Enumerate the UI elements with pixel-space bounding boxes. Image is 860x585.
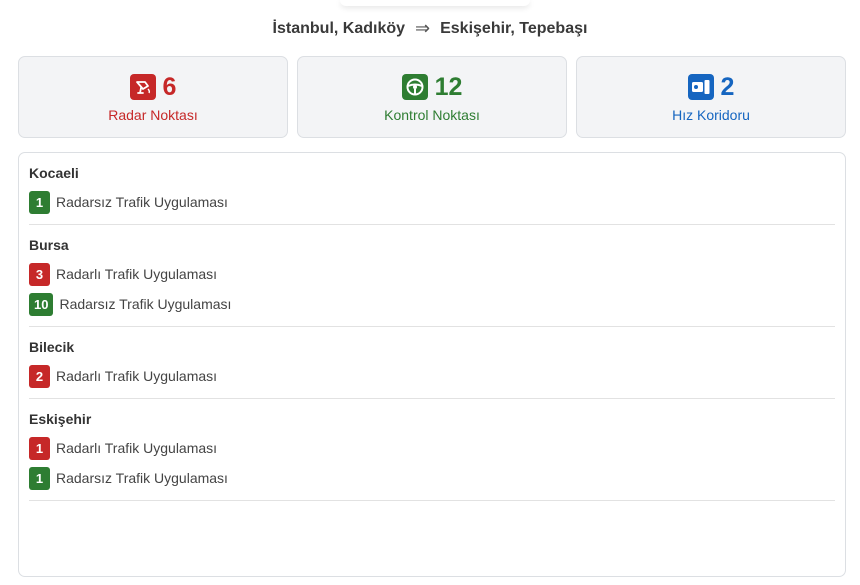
list-item[interactable]: 10 Radarsız Trafik Uygulaması <box>29 292 835 316</box>
region-eskisehir: Eskişehir 1 Radarlı Trafik Uygulaması 1 … <box>29 399 835 501</box>
corridor-count: 2 <box>720 72 735 101</box>
region-list: Kocaeli 1 Radarsız Trafik Uygulaması Bur… <box>18 152 846 577</box>
item-label: Radarlı Trafik Uygulaması <box>56 440 218 456</box>
route-title: İstanbul, Kadıköy ⇒ Eskişehir, Tepebaşı <box>0 18 860 39</box>
count-badge: 1 <box>29 436 50 460</box>
count-badge: 2 <box>29 364 50 388</box>
region-kocaeli: Kocaeli 1 Radarsız Trafik Uygulaması <box>29 153 835 225</box>
item-label: Radarlı Trafik Uygulaması <box>56 266 218 282</box>
region-name: Bursa <box>29 237 69 253</box>
region-name: Bilecik <box>29 339 75 355</box>
count-badge: 3 <box>29 262 50 286</box>
region-bilecik: Bilecik 2 Radarlı Trafik Uygulaması <box>29 327 835 399</box>
region-name: Eskişehir <box>29 411 92 427</box>
count-badge: 1 <box>29 466 50 490</box>
count-badge: 10 <box>29 292 54 316</box>
route-origin: İstanbul, Kadıköy <box>272 19 406 37</box>
radar-camera-icon <box>129 74 156 100</box>
speed-corridor-icon <box>687 74 714 100</box>
list-item[interactable]: 2 Radarlı Trafik Uygulaması <box>29 364 835 388</box>
route-destination: Eskişehir, Tepebaşı <box>440 19 588 37</box>
radar-count: 6 <box>162 72 177 101</box>
summary-card-corridor[interactable]: 2 Hız Koridoru <box>576 56 846 138</box>
summary-card-control[interactable]: 12 Kontrol Noktası <box>297 56 567 138</box>
item-label: Radarsız Trafik Uygulaması <box>56 194 228 210</box>
route-arrow-icon: ⇒ <box>415 18 431 38</box>
item-label: Radarsız Trafik Uygulaması <box>56 470 228 486</box>
corridor-label: Hız Koridoru <box>672 107 750 123</box>
radar-label: Radar Noktası <box>108 107 198 123</box>
list-item[interactable]: 3 Radarlı Trafik Uygulaması <box>29 262 835 286</box>
region-name: Kocaeli <box>29 165 79 181</box>
summary-cards: 6 Radar Noktası 12 Kontrol Noktası 2 Hız… <box>18 56 846 138</box>
list-item[interactable]: 1 Radarsız Trafik Uygulaması <box>29 466 835 490</box>
top-handle <box>340 0 530 6</box>
list-item[interactable]: 1 Radarsız Trafik Uygulaması <box>29 190 835 214</box>
steering-wheel-icon <box>401 74 428 100</box>
region-bursa: Bursa 3 Radarlı Trafik Uygulaması 10 Rad… <box>29 225 835 327</box>
control-label: Kontrol Noktası <box>384 107 480 123</box>
list-item[interactable]: 1 Radarlı Trafik Uygulaması <box>29 436 835 460</box>
summary-card-radar[interactable]: 6 Radar Noktası <box>18 56 288 138</box>
count-badge: 1 <box>29 190 50 214</box>
item-label: Radarsız Trafik Uygulaması <box>59 296 232 312</box>
item-label: Radarlı Trafik Uygulaması <box>56 368 218 384</box>
control-count: 12 <box>434 72 463 101</box>
